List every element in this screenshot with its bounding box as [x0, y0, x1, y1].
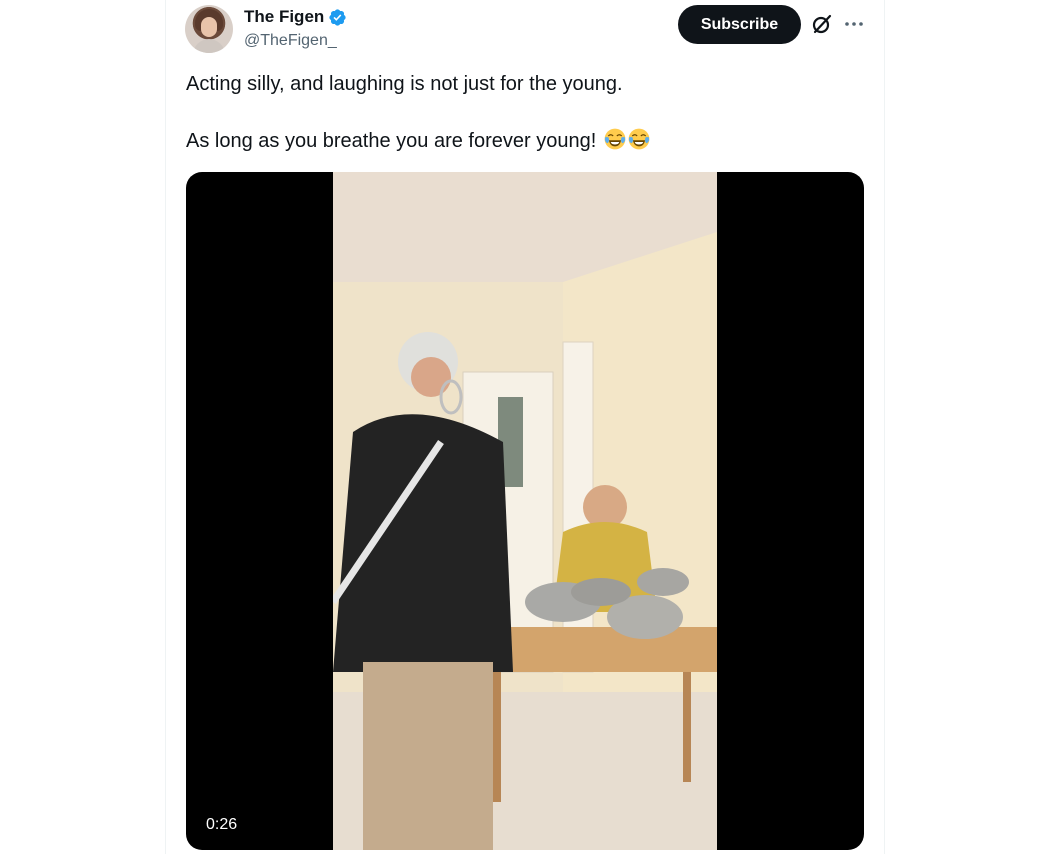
video-thumbnail	[333, 172, 717, 850]
tears-of-joy-emoji-icon	[628, 128, 650, 150]
video-player[interactable]: 0:26	[186, 172, 864, 850]
post-text-line-2: As long as you breathe you are forever y…	[186, 130, 597, 152]
video-duration-badge: 0:26	[206, 816, 238, 833]
timeline-right-border	[884, 0, 885, 854]
verified-badge-icon	[329, 8, 346, 26]
author-handle[interactable]: @TheFigen_	[244, 32, 337, 50]
author-name-row: The Figen	[244, 7, 347, 27]
grok-icon[interactable]	[810, 12, 834, 36]
author-avatar[interactable]	[185, 5, 233, 53]
author-display-name[interactable]: The Figen	[244, 7, 324, 27]
timeline-left-border	[165, 0, 166, 854]
post-text-line-1: Acting silly, and laughing is not just f…	[186, 73, 623, 95]
post-text: Acting silly, and laughing is not just f…	[186, 70, 866, 155]
tears-of-joy-emoji-icon	[604, 128, 626, 150]
more-icon[interactable]	[842, 12, 866, 36]
post-text-line-2-row: As long as you breathe you are forever y…	[186, 127, 866, 155]
subscribe-button[interactable]: Subscribe	[678, 5, 801, 44]
